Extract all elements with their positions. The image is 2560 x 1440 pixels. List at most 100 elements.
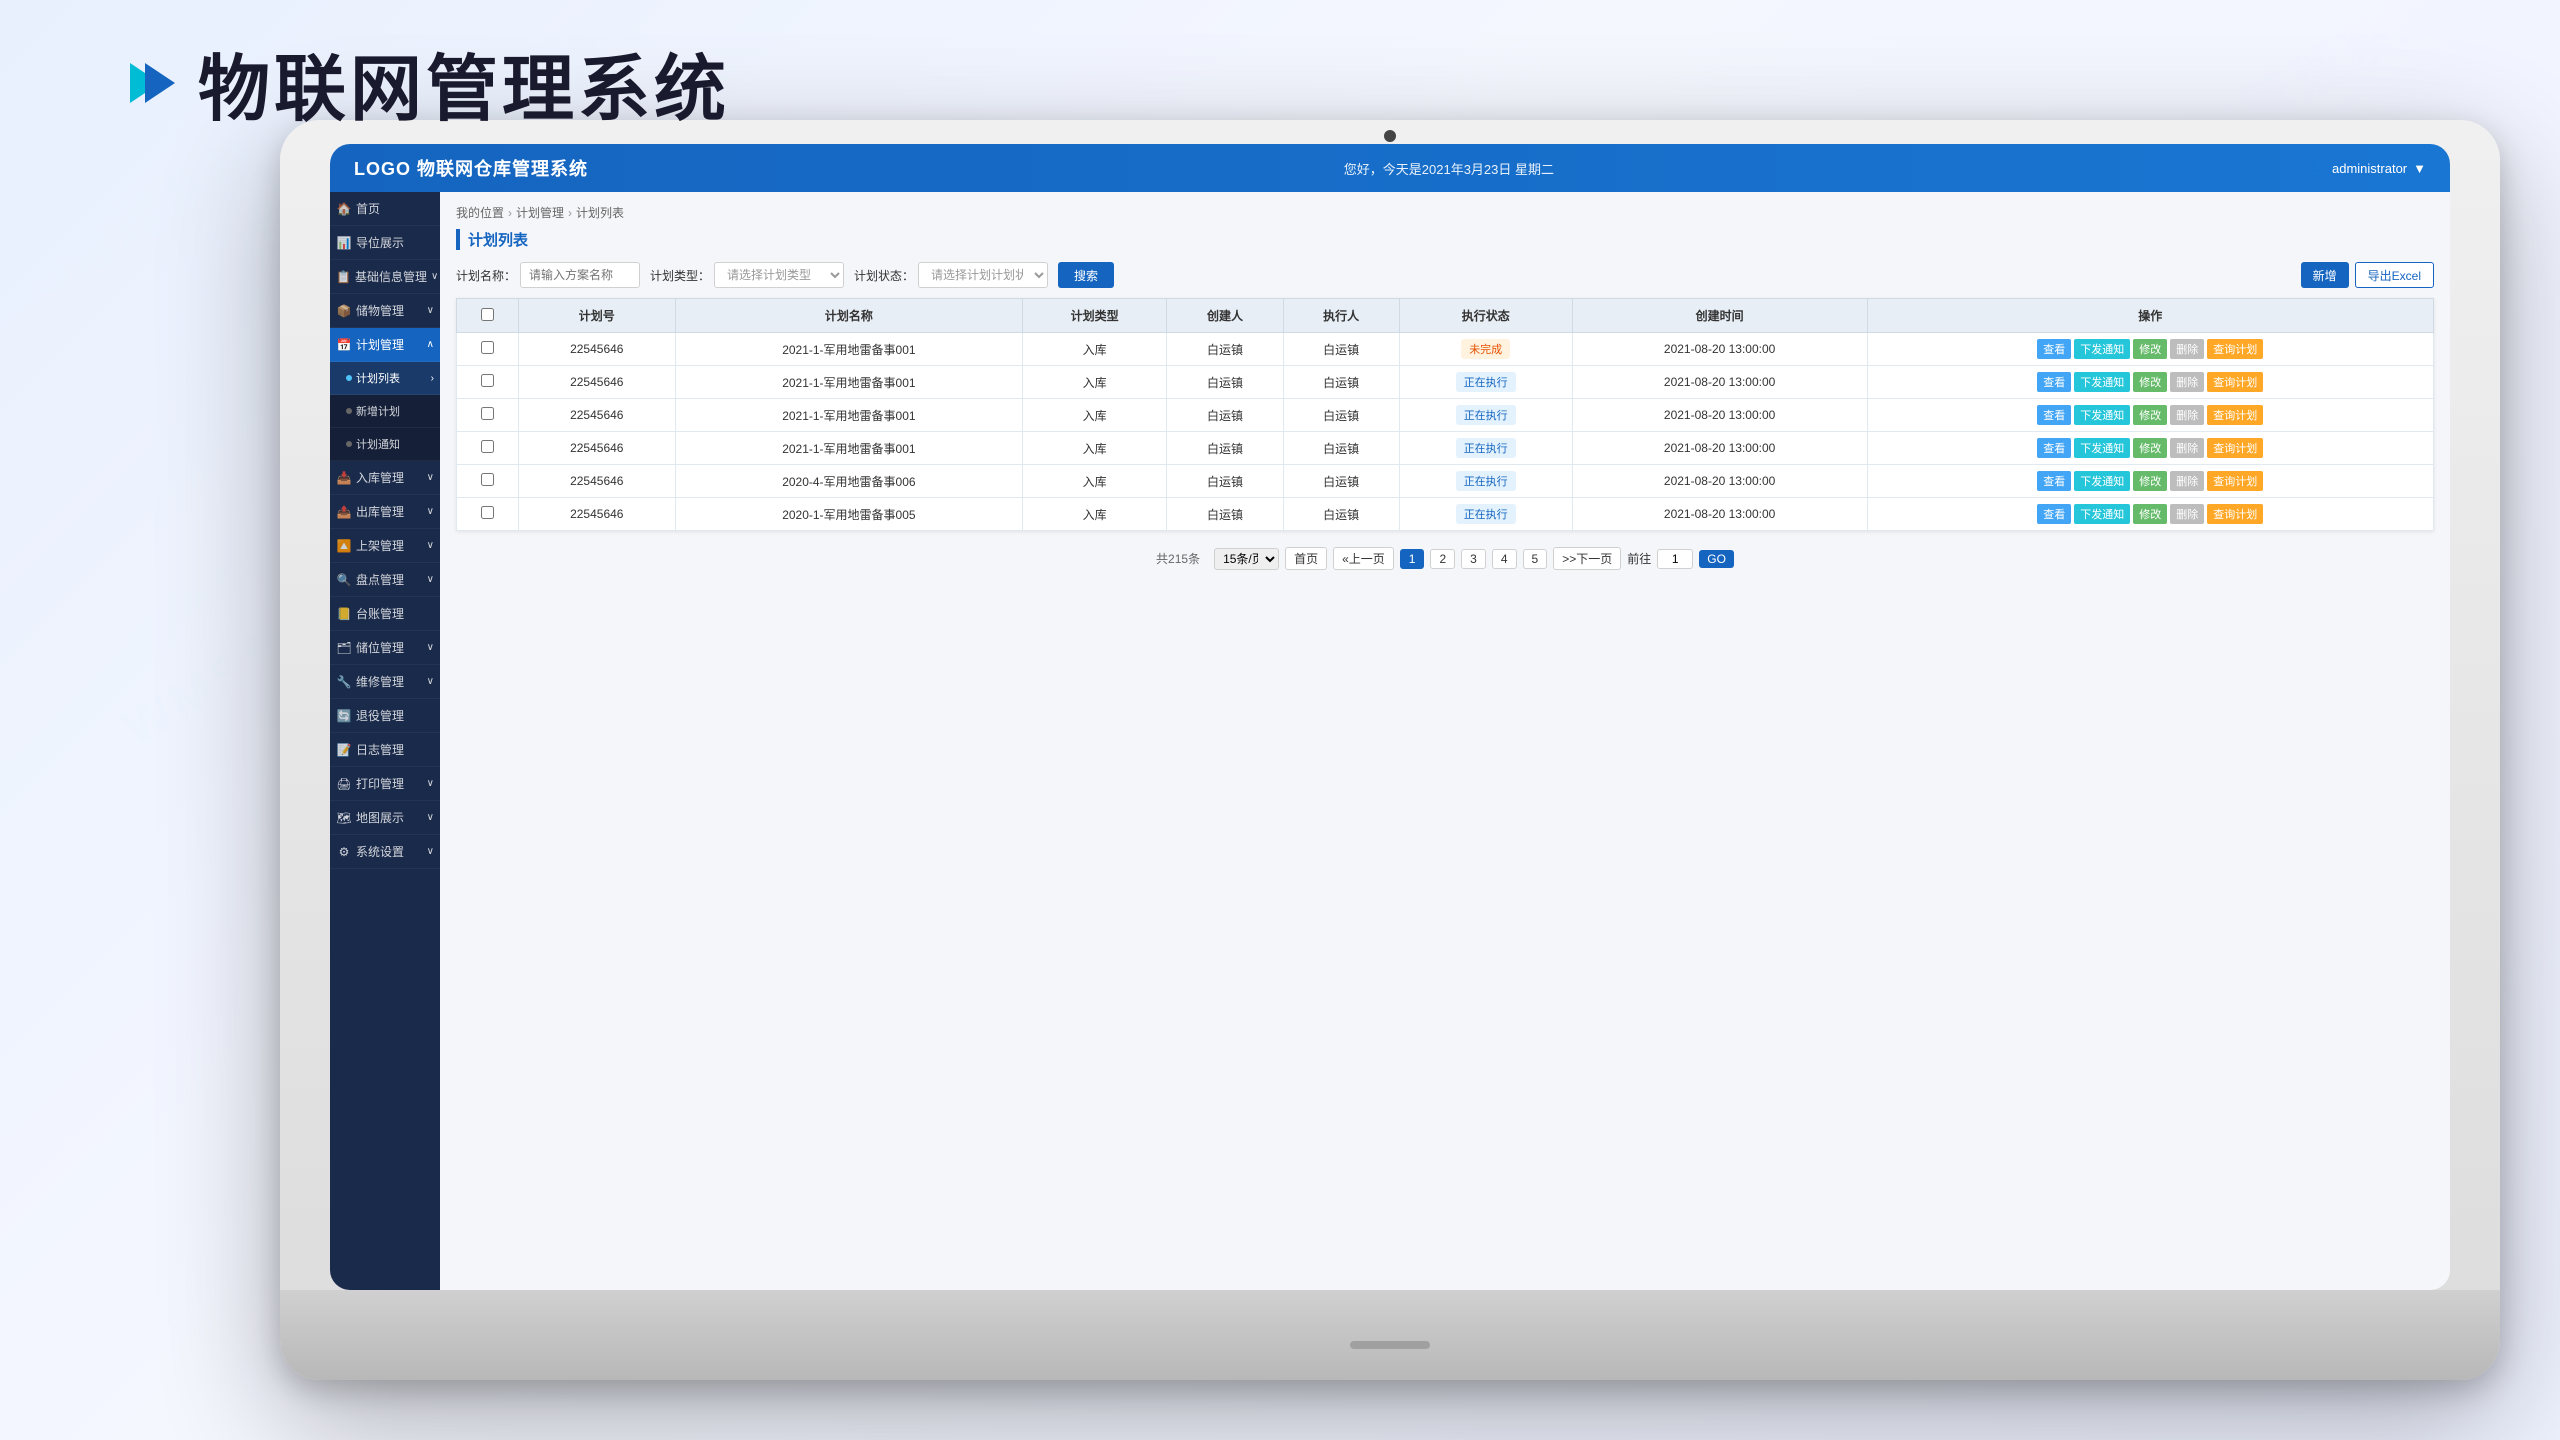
edit-btn-4[interactable]: 修改 <box>2133 471 2167 491</box>
view-btn-2[interactable]: 查看 <box>2037 405 2071 425</box>
view-btn-0[interactable]: 查看 <box>2037 339 2071 359</box>
delete-btn-2[interactable]: 删除 <box>2170 405 2204 425</box>
sidebar-item-storage[interactable]: 📦 储物管理 ∨ <box>330 294 440 328</box>
dropdown-icon[interactable]: ▼ <box>2413 161 2426 176</box>
sidebar-item-inventory[interactable]: 🔍 盘点管理 ∨ <box>330 563 440 597</box>
go-button[interactable]: GO <box>1699 550 1734 568</box>
table-row: 22545646 2021-1-军用地雷备事001 入库 白运镇 白运镇 未完成… <box>457 333 2434 366</box>
detail-btn-1[interactable]: 查询计划 <box>2207 372 2263 392</box>
sidebar-item-add-plan[interactable]: 新增计划 <box>330 395 440 428</box>
row-checkbox-3 <box>457 432 519 465</box>
settings-arrow-icon: ∨ <box>427 846 434 857</box>
next-page-button[interactable]: >>下一页 <box>1553 547 1621 570</box>
page-1-button[interactable]: 1 <box>1400 549 1425 569</box>
sidebar-item-plan-mgmt[interactable]: 📅 计划管理 ∧ <box>330 328 440 362</box>
sidebar-item-shelving[interactable]: 🔼 上架管理 ∨ <box>330 529 440 563</box>
sidebar-item-home[interactable]: 🏠 首页 <box>330 192 440 226</box>
plan-type-label: 计划类型： <box>650 267 710 284</box>
detail-btn-5[interactable]: 查询计划 <box>2207 504 2263 524</box>
outbound-arrow-icon: ∨ <box>427 506 434 517</box>
first-page-button[interactable]: 首页 <box>1285 547 1327 570</box>
row-plan-id-3: 22545646 <box>518 432 675 465</box>
plan-name-input[interactable] <box>520 262 640 288</box>
notify-btn-0[interactable]: 下发通知 <box>2074 339 2130 359</box>
sidebar-item-plan-notice[interactable]: 计划通知 <box>330 428 440 461</box>
sidebar-item-ledger[interactable]: 📒 台账管理 <box>330 597 440 631</box>
sidebar-print-label: 打印管理 <box>356 775 404 792</box>
row-actions-5: 查看 下发通知 修改 删除 查询计划 <box>1867 498 2433 531</box>
sidebar-item-inbound[interactable]: 📥 入库管理 ∨ <box>330 461 440 495</box>
sidebar-item-maintenance[interactable]: 🔧 维修管理 ∨ <box>330 665 440 699</box>
sidebar-item-map[interactable]: 🗺 地图展示 ∨ <box>330 801 440 835</box>
sidebar-item-log[interactable]: 📝 日志管理 <box>330 733 440 767</box>
delete-btn-0[interactable]: 删除 <box>2170 339 2204 359</box>
delete-btn-5[interactable]: 删除 <box>2170 504 2204 524</box>
edit-btn-1[interactable]: 修改 <box>2133 372 2167 392</box>
map-arrow-icon: ∨ <box>427 812 434 823</box>
prev-page-button[interactable]: «上一页 <box>1333 547 1394 570</box>
edit-btn-5[interactable]: 修改 <box>2133 504 2167 524</box>
delete-btn-3[interactable]: 删除 <box>2170 438 2204 458</box>
notify-btn-1[interactable]: 下发通知 <box>2074 372 2130 392</box>
delete-btn-1[interactable]: 删除 <box>2170 372 2204 392</box>
sidebar-basic-info-label: 基础信息管理 <box>355 268 427 285</box>
edit-btn-3[interactable]: 修改 <box>2133 438 2167 458</box>
page-size-select[interactable]: 15条/页 <box>1214 548 1279 570</box>
plan-type-select[interactable]: 请选择计划类型 <box>714 262 844 288</box>
delete-btn-4[interactable]: 删除 <box>2170 471 2204 491</box>
print-icon: 🖨 <box>336 777 352 791</box>
col-actions: 操作 <box>1867 299 2433 333</box>
view-btn-1[interactable]: 查看 <box>2037 372 2071 392</box>
sidebar-item-basic-info[interactable]: 📋 基础信息管理 ∨ <box>330 260 440 294</box>
laptop-screen: LOGO 物联网仓库管理系统 您好，今天是2021年3月23日 星期二 👤 ad… <box>330 144 2450 1290</box>
sidebar-item-plan-list[interactable]: 计划列表 › <box>330 362 440 395</box>
select-all-checkbox[interactable] <box>481 308 494 321</box>
view-btn-5[interactable]: 查看 <box>2037 504 2071 524</box>
row-check-4[interactable] <box>481 473 494 486</box>
edit-btn-2[interactable]: 修改 <box>2133 405 2167 425</box>
sidebar-item-location-display[interactable]: 📊 导位展示 <box>330 226 440 260</box>
notify-btn-4[interactable]: 下发通知 <box>2074 471 2130 491</box>
plan-status-select[interactable]: 请选择计划计划状态 <box>918 262 1048 288</box>
goto-page-input[interactable] <box>1657 549 1693 569</box>
username-label: administrator <box>2332 161 2407 176</box>
view-btn-4[interactable]: 查看 <box>2037 471 2071 491</box>
row-check-2[interactable] <box>481 407 494 420</box>
data-table: 计划号 计划名称 计划类型 创建人 执行人 执行状态 创建时间 操作 <box>456 298 2434 531</box>
row-created-at-5: 2021-08-20 13:00:00 <box>1572 498 1867 531</box>
detail-btn-0[interactable]: 查询计划 <box>2207 339 2263 359</box>
detail-btn-4[interactable]: 查询计划 <box>2207 471 2263 491</box>
page-5-button[interactable]: 5 <box>1523 549 1548 569</box>
page-2-button[interactable]: 2 <box>1430 549 1455 569</box>
view-btn-3[interactable]: 查看 <box>2037 438 2071 458</box>
row-check-1[interactable] <box>481 374 494 387</box>
sidebar-item-outbound[interactable]: 📤 出库管理 ∨ <box>330 495 440 529</box>
row-check-3[interactable] <box>481 440 494 453</box>
notify-btn-3[interactable]: 下发通知 <box>2074 438 2130 458</box>
notify-btn-2[interactable]: 下发通知 <box>2074 405 2130 425</box>
edit-btn-0[interactable]: 修改 <box>2133 339 2167 359</box>
sidebar-item-slot-mgmt[interactable]: 🗂 储位管理 ∨ <box>330 631 440 665</box>
notify-btn-5[interactable]: 下发通知 <box>2074 504 2130 524</box>
row-plan-name-5: 2020-1-军用地雷备事005 <box>675 498 1022 531</box>
detail-btn-2[interactable]: 查询计划 <box>2207 405 2263 425</box>
app-body: 🏠 首页 📊 导位展示 📋 基础信息管理 ∨ <box>330 192 2450 1290</box>
plan-status-label: 计划状态： <box>854 267 914 284</box>
row-executor-0: 白运镇 <box>1283 333 1399 366</box>
detail-btn-3[interactable]: 查询计划 <box>2207 438 2263 458</box>
sidebar-item-print[interactable]: 🖨 打印管理 ∨ <box>330 767 440 801</box>
page-4-button[interactable]: 4 <box>1492 549 1517 569</box>
search-button[interactable]: 搜索 <box>1058 262 1114 288</box>
sidebar-item-retirement[interactable]: 🔄 退役管理 <box>330 699 440 733</box>
logo-chevron-icon <box>120 53 180 113</box>
export-excel-button[interactable]: 导出Excel <box>2355 262 2434 288</box>
row-check-0[interactable] <box>481 341 494 354</box>
page-3-button[interactable]: 3 <box>1461 549 1486 569</box>
sidebar-shelving-label: 上架管理 <box>356 537 404 554</box>
row-plan-id-5: 22545646 <box>518 498 675 531</box>
row-check-5[interactable] <box>481 506 494 519</box>
sidebar-item-settings[interactable]: ⚙ 系统设置 ∨ <box>330 835 440 869</box>
row-checkbox-5 <box>457 498 519 531</box>
sidebar-inbound-label: 入库管理 <box>356 469 404 486</box>
add-button[interactable]: 新增 <box>2301 262 2349 288</box>
